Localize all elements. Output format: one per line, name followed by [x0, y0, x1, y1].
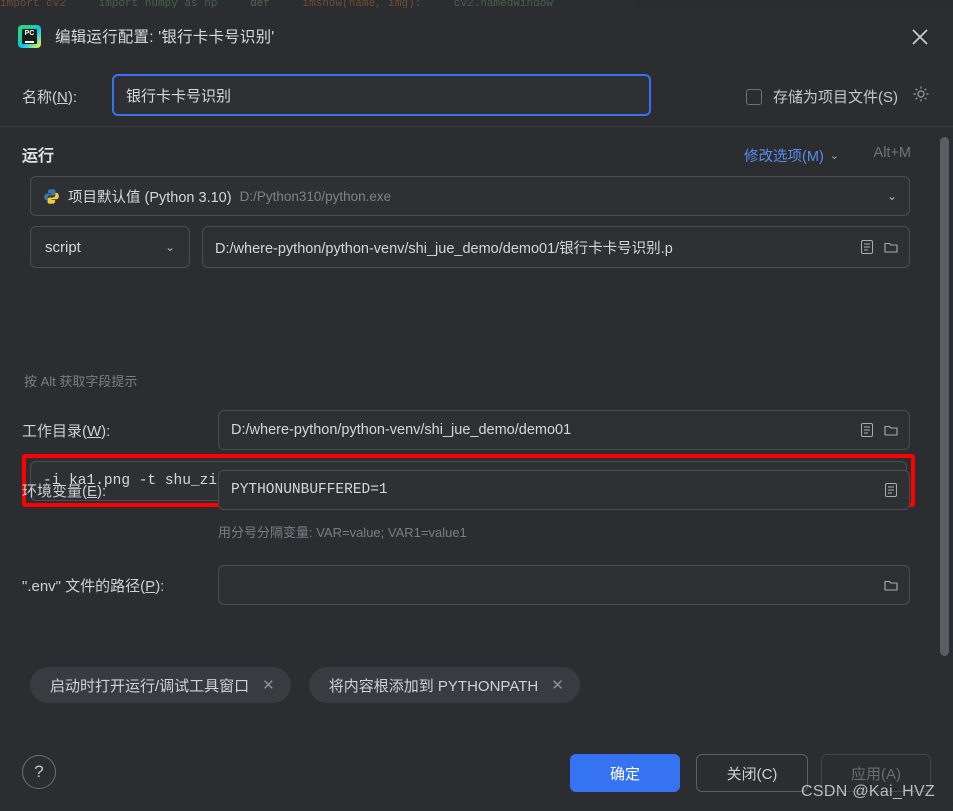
store-as-project-file-row: 存储为项目文件(S) — [746, 86, 898, 107]
chevron-down-icon: ⌄ — [164, 240, 175, 254]
folder-icon[interactable] — [879, 235, 903, 259]
name-input[interactable] — [112, 74, 651, 116]
python-icon — [43, 188, 60, 205]
env-variables-label: 环境变量(E): — [22, 483, 107, 500]
env-variables-field[interactable]: PYTHONUNBUFFERED=1 — [218, 470, 910, 510]
scrollbar-thumb[interactable] — [940, 137, 949, 656]
script-type-value: script — [45, 238, 81, 256]
env-file-path-field[interactable] — [218, 565, 910, 605]
option-chips: 启动时打开运行/调试工具窗口 ✕ 将内容根添加到 PYTHONPATH ✕ — [30, 667, 580, 703]
ok-button[interactable]: 确定 — [570, 754, 680, 792]
env-variables-value: PYTHONUNBUFFERED=1 — [231, 482, 388, 498]
screen: import cv2 import numpy as np def imshow… — [0, 0, 953, 811]
name-label: 名称(N): — [22, 89, 78, 106]
close-icon[interactable]: ✕ — [262, 676, 275, 694]
dialog-footer: ? 确定 关闭(C) 应用(A) CSDN @Kai_HVZ — [0, 740, 953, 811]
cancel-button[interactable]: 关闭(C) — [696, 754, 808, 792]
dialog-title: 编辑运行配置: '银行卡卡号识别' — [55, 29, 275, 46]
store-as-project-file-label: 存储为项目文件(S) — [773, 89, 898, 106]
name-row: 名称(N): 存储为项目文件(S) — [0, 64, 953, 126]
working-directory-label: 工作目录(W): — [22, 423, 111, 440]
modify-options-shortcut: Alt+M — [873, 145, 911, 161]
modify-options-label: 修改选项(M) — [744, 149, 824, 165]
chevron-down-icon: ⌄ — [829, 150, 839, 162]
chip-open-run-tool-window[interactable]: 启动时打开运行/调试工具窗口 ✕ — [30, 667, 291, 703]
interpreter-name: 项目默认值 (Python 3.10) — [68, 189, 232, 206]
python-interpreter-combo[interactable]: 项目默认值 (Python 3.10) D:/Python310/python.… — [30, 176, 910, 216]
env-file-path-label: ".env" 文件的路径(P): — [22, 578, 165, 595]
vertical-scrollbar[interactable] — [940, 133, 949, 733]
close-icon[interactable] — [905, 22, 935, 52]
chip-label: 将内容根添加到 PYTHONPATH — [328, 677, 539, 695]
chip-label: 启动时打开运行/调试工具窗口 — [50, 677, 250, 695]
store-as-project-file-checkbox[interactable] — [746, 88, 762, 105]
env-variables-hint: 用分号分隔变量: VAR=value; VAR1=value1 — [218, 525, 467, 540]
close-icon[interactable]: ✕ — [551, 676, 564, 694]
working-directory-value: D:/where-python/python-venv/shi_jue_demo… — [231, 422, 572, 438]
chip-add-content-roots[interactable]: 将内容根添加到 PYTHONPATH ✕ — [308, 667, 580, 703]
scroll-content: 运行 修改选项(M) ⌄ Alt+M 项目默认值 (Python 3.10) D… — [0, 127, 939, 739]
dialog-header: PC 编辑运行配置: '银行卡卡号识别' — [0, 8, 953, 64]
help-button[interactable]: ? — [22, 755, 56, 789]
script-path-field[interactable]: D:/where-python/python-venv/shi_jue_demo… — [202, 226, 910, 268]
edit-run-configuration-dialog: PC 编辑运行配置: '银行卡卡号识别' 名称(N): 存储为项目文件(S) 运… — [0, 8, 953, 811]
macro-list-icon[interactable] — [855, 418, 879, 442]
alt-hint-text: 按 Alt 获取字段提示 — [24, 374, 138, 389]
pycharm-icon: PC — [18, 25, 41, 48]
folder-icon[interactable] — [879, 418, 903, 442]
working-directory-field[interactable]: D:/where-python/python-venv/shi_jue_demo… — [218, 410, 910, 450]
modify-options-link[interactable]: 修改选项(M) ⌄ — [744, 145, 839, 166]
macro-list-icon[interactable] — [855, 235, 879, 259]
run-section-title: 运行 — [22, 148, 55, 165]
chevron-down-icon: ⌄ — [886, 189, 897, 203]
interpreter-path: D:/Python310/python.exe — [239, 188, 392, 204]
folder-icon[interactable] — [879, 573, 903, 597]
dialog-body: 运行 修改选项(M) ⌄ Alt+M 项目默认值 (Python 3.10) D… — [0, 127, 953, 739]
macro-list-icon[interactable] — [879, 478, 903, 502]
script-path-value: D:/where-python/python-venv/shi_jue_demo… — [215, 240, 673, 257]
gear-icon[interactable] — [911, 84, 933, 106]
script-type-dropdown[interactable]: script ⌄ — [30, 226, 190, 268]
apply-button: 应用(A) — [821, 754, 931, 792]
